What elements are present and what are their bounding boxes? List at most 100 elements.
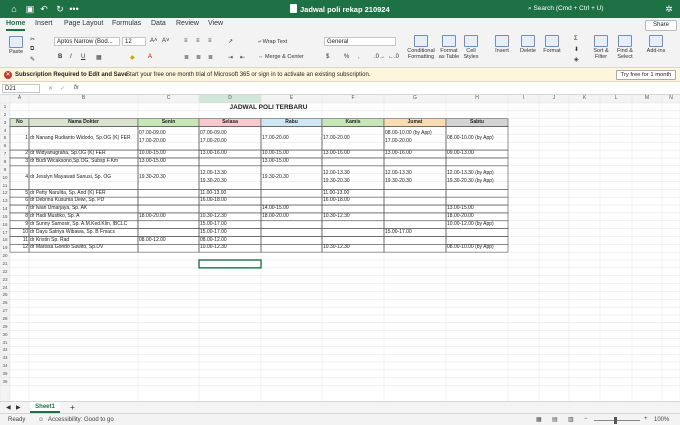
tab-view[interactable]: View: [208, 20, 223, 31]
row-header-36[interactable]: 36: [0, 378, 10, 386]
fill-color-icon[interactable]: ◆: [130, 54, 135, 61]
schedule-senin[interactable]: 19.30-20.30: [139, 174, 198, 182]
row-header-5[interactable]: 5: [0, 134, 10, 142]
schedule-senin[interactable]: 18.00-20.00: [139, 213, 198, 221]
name-box[interactable]: D21: [2, 84, 40, 93]
row-header-11[interactable]: 11: [0, 182, 10, 190]
format-cells-button[interactable]: Format: [542, 35, 562, 54]
row-header-19[interactable]: 19: [0, 244, 10, 252]
sort-filter-button[interactable]: Sort & Filter: [590, 35, 612, 60]
schedule-selasa[interactable]: 07.00-09.00: [200, 130, 260, 138]
cell-styles-button[interactable]: Cell Styles: [462, 35, 480, 60]
row-header-8[interactable]: 8: [0, 158, 10, 166]
cut-icon[interactable]: ✂: [30, 36, 35, 43]
tab-review[interactable]: Review: [176, 20, 199, 31]
delete-cells-button[interactable]: Delete: [518, 35, 538, 54]
column-header-h[interactable]: H: [446, 95, 508, 103]
formula-input[interactable]: [86, 84, 666, 93]
row-header-4[interactable]: 4: [0, 127, 10, 135]
font-color-icon[interactable]: A: [148, 54, 152, 60]
schedule-selasa[interactable]: 17.00-20.00: [200, 138, 260, 146]
schedule-kamis[interactable]: 12.00-13.30: [323, 170, 383, 178]
row-header-12[interactable]: 12: [0, 189, 10, 197]
row-header-30[interactable]: 30: [0, 331, 10, 339]
row-header-1[interactable]: 1: [0, 103, 10, 111]
column-header-b[interactable]: B: [29, 95, 138, 103]
save-icon[interactable]: ▣: [24, 3, 36, 15]
schedule-sabtu[interactable]: 10.00-12.00 (by App): [447, 221, 507, 229]
orientation-icon[interactable]: ↗: [228, 38, 233, 45]
schedule-sabtu[interactable]: 13.00-15.00: [447, 205, 507, 213]
confirm-icon[interactable]: ✓: [60, 85, 65, 92]
increase-decimal-icon[interactable]: .0→: [374, 54, 385, 60]
row-header-15[interactable]: 15: [0, 213, 10, 221]
row-header-20[interactable]: 20: [0, 252, 10, 260]
align-bottom-icon[interactable]: ≡: [208, 38, 212, 44]
schedule-kamis[interactable]: 19.30-20.30: [323, 178, 383, 186]
row-header-23[interactable]: 23: [0, 276, 10, 284]
column-header-d[interactable]: D: [199, 95, 261, 103]
tab-data[interactable]: Data: [151, 20, 166, 31]
row-header-35[interactable]: 35: [0, 370, 10, 378]
schedule-rabu[interactable]: 18.00-20.00: [262, 213, 321, 221]
merge-center-button[interactable]: ⇔ Merge & Center: [258, 54, 304, 60]
schedule-sabtu[interactable]: 09.00-13.00: [447, 150, 507, 158]
search-box[interactable]: ⌕ Search (Cmd + Ctrl + U): [528, 3, 648, 15]
fill-icon[interactable]: ⬇: [574, 46, 579, 53]
tab-page-layout[interactable]: Page Layout: [64, 20, 103, 31]
normal-view-icon[interactable]: ▦: [536, 416, 542, 423]
page-layout-view-icon[interactable]: ▤: [552, 416, 558, 423]
insert-cells-button[interactable]: Insert: [492, 35, 512, 54]
row-header-6[interactable]: 6: [0, 142, 10, 150]
column-header-g[interactable]: G: [384, 95, 446, 103]
conditional-formatting-button[interactable]: Conditional Formatting: [406, 35, 436, 60]
decrease-decimal-icon[interactable]: ←.0: [388, 54, 399, 60]
add-ins-button[interactable]: Add-ins: [644, 35, 668, 54]
percent-icon[interactable]: %: [344, 54, 349, 60]
schedule-sabtu[interactable]: 12.00-13.30 (by App): [447, 170, 507, 178]
schedule-selasa[interactable]: 10.30-12.30: [200, 213, 260, 221]
column-header-l[interactable]: L: [600, 95, 632, 103]
try-free-button[interactable]: Try free for 1 month: [616, 70, 676, 80]
schedule-rabu[interactable]: 13.00-15.00: [262, 158, 321, 166]
function-icon[interactable]: fx: [74, 85, 79, 91]
zoom-out-icon[interactable]: −: [584, 416, 588, 422]
page-break-view-icon[interactable]: ▥: [568, 416, 574, 423]
row-header-17[interactable]: 17: [0, 229, 10, 237]
indent-icon[interactable]: ⇥: [228, 54, 233, 61]
schedule-selasa[interactable]: 15.00-17.00: [200, 221, 260, 229]
zoom-in-icon[interactable]: +: [644, 416, 648, 422]
align-center-icon[interactable]: ≣: [196, 54, 201, 61]
row-header-14[interactable]: 14: [0, 205, 10, 213]
schedule-selasa[interactable]: 19.30-20.30: [200, 178, 260, 186]
schedule-selasa[interactable]: 08.00-12.00: [200, 237, 260, 245]
row-header-25[interactable]: 25: [0, 291, 10, 299]
column-header-e[interactable]: E: [261, 95, 322, 103]
schedule-selasa[interactable]: 16.00-18.00: [200, 197, 260, 205]
undo-icon[interactable]: ↶: [38, 3, 50, 15]
row-header-18[interactable]: 18: [0, 236, 10, 244]
schedule-jumat[interactable]: 17.00-20.00: [385, 138, 445, 146]
schedule-jumat[interactable]: 08.00-10.00 (by App): [385, 130, 445, 138]
schedule-kamis[interactable]: 17.00-20.00: [323, 135, 383, 143]
share-button[interactable]: Share: [645, 20, 677, 31]
schedule-selasa[interactable]: 12.00-13.30: [200, 170, 260, 178]
sheet-tab[interactable]: Sheet1: [30, 402, 60, 413]
column-header-f[interactable]: F: [322, 95, 384, 103]
tab-insert[interactable]: Insert: [35, 20, 53, 31]
underline-icon[interactable]: U: [81, 54, 85, 60]
column-header-i[interactable]: I: [508, 95, 539, 103]
row-header-7[interactable]: 7: [0, 150, 10, 158]
row-header-16[interactable]: 16: [0, 221, 10, 229]
column-header-n[interactable]: N: [662, 95, 680, 103]
schedule-senin[interactable]: 07.00-09.00: [139, 130, 198, 138]
copilot-icon[interactable]: ✲: [663, 3, 675, 15]
row-header-10[interactable]: 10: [0, 174, 10, 182]
row-header-33[interactable]: 33: [0, 354, 10, 362]
schedule-kamis[interactable]: 13.00-16.00: [323, 150, 383, 158]
schedule-rabu[interactable]: 10.00-15.00: [262, 150, 321, 158]
redo-icon[interactable]: ↻: [54, 3, 66, 15]
row-header-34[interactable]: 34: [0, 362, 10, 370]
zoom-slider-thumb[interactable]: [614, 417, 617, 424]
schedule-kamis[interactable]: 10.30-12.30: [323, 244, 383, 252]
